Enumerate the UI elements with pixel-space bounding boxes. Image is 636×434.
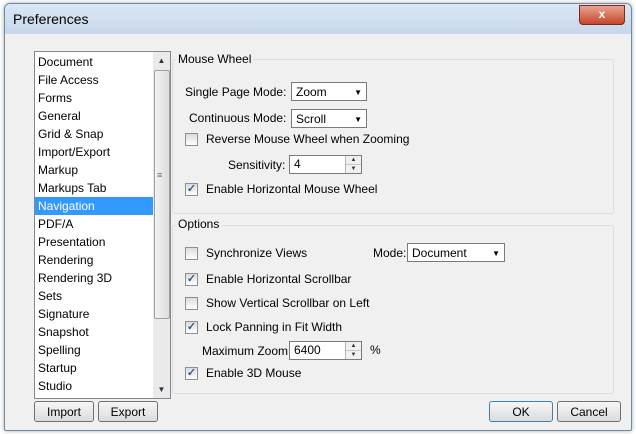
continuous-mode-select[interactable]: Scroll ▼	[291, 109, 367, 128]
spin-up-icon[interactable]: ▲	[346, 156, 361, 165]
chevron-down-icon: ▼	[492, 249, 500, 258]
lock-panning-label: Lock Panning in Fit Width	[206, 320, 343, 334]
category-item[interactable]: Sets	[35, 287, 156, 305]
maximum-zoom-label: Maximum Zoom:	[202, 344, 292, 358]
options-legend: Options	[176, 217, 222, 231]
import-button[interactable]: Import	[34, 401, 94, 422]
window-title: Preferences	[13, 11, 89, 27]
lock-panning-checkbox[interactable]: ✓	[185, 321, 198, 334]
enable-3d-mouse-label: Enable 3D Mouse	[206, 366, 302, 380]
chevron-down-icon: ▼	[354, 115, 362, 124]
spin-down-icon[interactable]: ▼	[346, 165, 361, 173]
mouse-wheel-legend: Mouse Wheel	[176, 52, 254, 66]
mode-label: Mode:	[373, 246, 407, 260]
ok-button[interactable]: OK	[489, 401, 553, 422]
sensitivity-spinner[interactable]: 4 ▲ ▼	[289, 155, 362, 174]
single-page-mode-select[interactable]: Zoom ▼	[291, 82, 367, 101]
category-item[interactable]: Rendering	[35, 251, 156, 269]
close-icon: x	[598, 7, 606, 21]
category-item[interactable]: Presentation	[35, 233, 156, 251]
reverse-wheel-label: Reverse Mouse Wheel when Zooming	[206, 132, 410, 146]
maximum-zoom-unit: %	[370, 343, 381, 357]
synchronize-views-checkbox[interactable]	[185, 247, 198, 260]
vertical-scrollbar-left-label: Show Vertical Scrollbar on Left	[206, 296, 370, 310]
sensitivity-value: 4	[294, 157, 301, 171]
horizontal-scrollbar-label: Enable Horizontal Scrollbar	[206, 272, 352, 286]
category-item[interactable]: Import/Export	[35, 143, 156, 161]
category-item[interactable]: General	[35, 107, 156, 125]
category-item[interactable]: File Access	[35, 71, 156, 89]
mode-select[interactable]: Document ▼	[407, 243, 505, 262]
horizontal-wheel-label: Enable Horizontal Mouse Wheel	[206, 182, 378, 196]
scrollbar-thumb[interactable]	[154, 70, 170, 319]
category-item[interactable]: Markup	[35, 161, 156, 179]
vertical-scrollbar-left-checkbox[interactable]	[185, 297, 198, 310]
category-item[interactable]: Grid & Snap	[35, 125, 156, 143]
category-item[interactable]: Studio	[35, 377, 156, 395]
category-list[interactable]: Document File Access Forms General Grid & Sn…	[34, 51, 171, 399]
category-item[interactable]: Navigation	[35, 197, 156, 215]
maximum-zoom-spinner[interactable]: 6400 ▲ ▼	[289, 341, 362, 360]
category-item[interactable]: Markups Tab	[35, 179, 156, 197]
category-item[interactable]: Rendering 3D	[35, 269, 156, 287]
arrow-up-icon[interactable]: ▲	[153, 52, 170, 69]
category-item[interactable]: Signature	[35, 305, 156, 323]
chevron-down-icon: ▼	[354, 88, 362, 97]
category-item[interactable]: Startup	[35, 359, 156, 377]
continuous-mode-label: Continuous Mode:	[189, 111, 287, 125]
category-scrollbar[interactable]: ▲ ≡ ▼	[153, 52, 170, 398]
export-button[interactable]: Export	[98, 401, 158, 422]
horizontal-scrollbar-checkbox[interactable]: ✓	[185, 273, 198, 286]
category-item[interactable]: Snapshot	[35, 323, 156, 341]
category-item[interactable]: Spelling	[35, 341, 156, 359]
dialog-body: Document File Access Forms General Grid & Sn…	[9, 34, 626, 426]
category-item[interactable]: Forms	[35, 89, 156, 107]
category-item[interactable]: Document	[35, 53, 156, 71]
arrow-down-icon[interactable]: ▼	[153, 381, 170, 398]
sensitivity-label: Sensitivity:	[228, 158, 286, 172]
title-bar: Preferences x	[5, 4, 631, 34]
spin-down-icon[interactable]: ▼	[346, 351, 361, 359]
synchronize-views-label: Synchronize Views	[206, 246, 308, 260]
preferences-dialog: Preferences x Document File Access Forms Ge…	[4, 3, 632, 431]
mode-value: Document	[412, 246, 467, 260]
cancel-button[interactable]: Cancel	[557, 401, 621, 422]
grip-icon: ≡	[157, 170, 163, 180]
continuous-mode-value: Scroll	[296, 112, 327, 126]
maximum-zoom-value: 6400	[294, 343, 321, 357]
reverse-wheel-checkbox[interactable]	[185, 133, 198, 146]
category-item[interactable]: PDF/A	[35, 215, 156, 233]
spin-up-icon[interactable]: ▲	[346, 342, 361, 351]
single-page-mode-label: Single Page Mode:	[185, 85, 287, 99]
enable-3d-mouse-checkbox[interactable]: ✓	[185, 367, 198, 380]
close-button[interactable]: x	[579, 5, 625, 25]
horizontal-wheel-checkbox[interactable]: ✓	[185, 183, 198, 196]
single-page-mode-value: Zoom	[296, 85, 327, 99]
